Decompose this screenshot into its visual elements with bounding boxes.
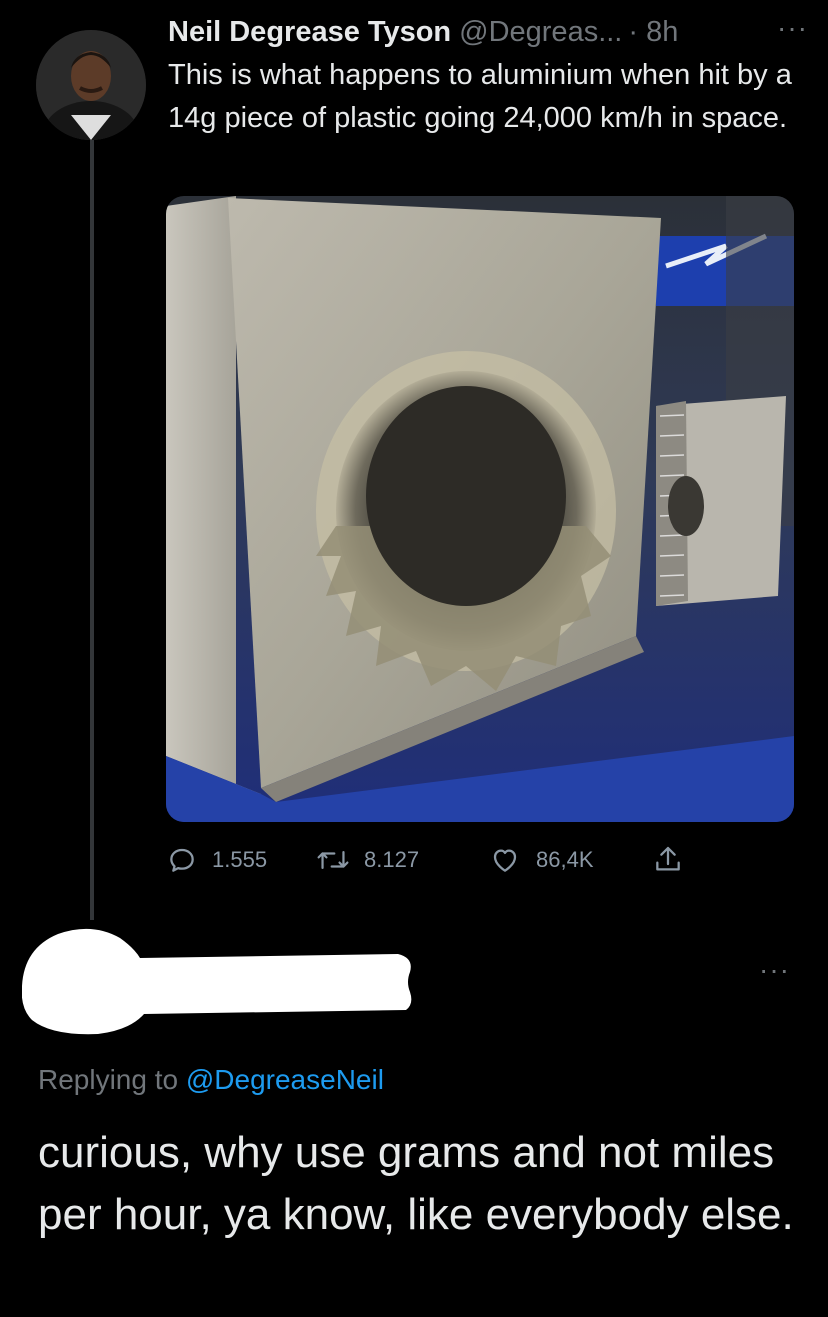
share-action[interactable] — [652, 840, 698, 880]
tweet-header: Neil Degrease Tyson @Degreas... · 8h ··· — [168, 12, 808, 52]
like-count: 86,4K — [536, 847, 594, 872]
tweet-actions: 1.555 8.127 86,4K — [166, 840, 726, 880]
tweet-image[interactable] — [166, 196, 794, 822]
redacted-name-scribble — [22, 928, 412, 1035]
thread-connector-line — [90, 140, 94, 920]
retweet-action[interactable]: 8.127 — [316, 840, 419, 880]
avatar-photo — [36, 30, 146, 140]
tweet-time[interactable]: · 8h — [628, 16, 678, 49]
retweet-icon — [317, 851, 349, 869]
like-action[interactable]: 86,4K — [488, 840, 594, 880]
avatar[interactable] — [36, 30, 146, 140]
reply-count: 1.555 — [212, 847, 268, 872]
author-name[interactable]: Neil Degrease Tyson — [168, 16, 451, 49]
reply-text: curious, why use grams and not miles per… — [38, 1128, 794, 1239]
more-options-icon[interactable]: ··· — [777, 12, 808, 44]
reply-icon — [170, 848, 194, 872]
share-icon — [656, 846, 680, 871]
author-handle[interactable]: @Degreas... — [459, 16, 622, 49]
heart-icon — [493, 849, 517, 872]
retweet-count: 8.127 — [364, 847, 420, 872]
replying-to: Replying to @DegreaseNeil — [38, 1064, 384, 1096]
replying-to-handle-link[interactable]: @DegreaseNeil — [186, 1064, 384, 1095]
reply-more-options-icon[interactable]: ··· — [759, 954, 790, 986]
reply-action[interactable]: 1.555 — [166, 840, 267, 880]
aluminium-block-photo — [166, 196, 794, 822]
replying-to-label: Replying to — [38, 1064, 186, 1095]
tweet-text: This is what happens to aluminium when h… — [168, 59, 792, 134]
